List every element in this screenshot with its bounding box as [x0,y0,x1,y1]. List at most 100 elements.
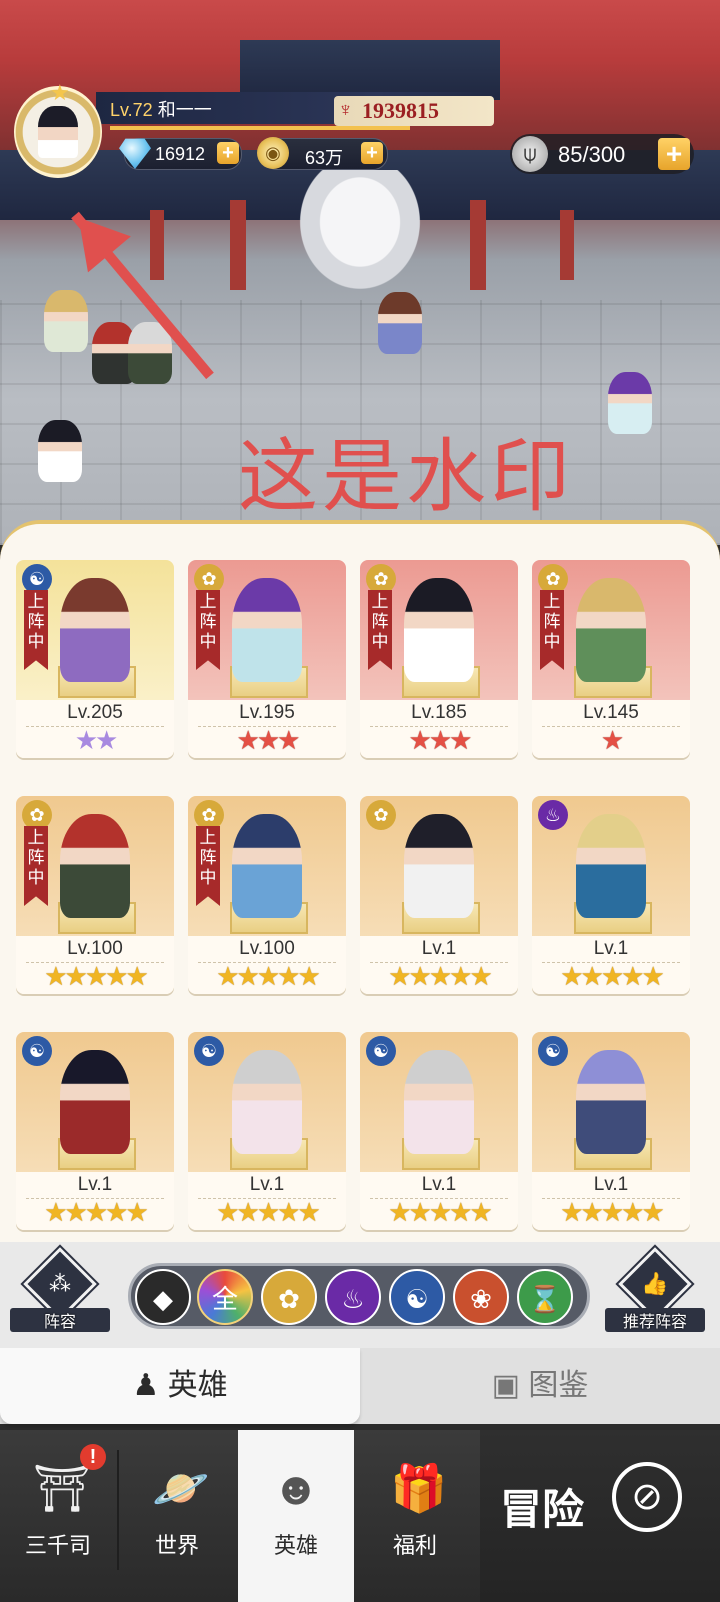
filter-all-button[interactable]: 全 [197,1269,253,1325]
deployed-ribbon: 上 阵 中 [24,826,48,906]
player-level-name: Lv.72 和一一 [110,96,212,122]
fox-statue [290,170,430,300]
player-avatar[interactable]: ★ [8,80,108,184]
hero-star-rating: ★★★★★ [388,961,493,991]
stamina-icon: ⍦ [512,136,548,172]
hero-level: Lv.205 [67,702,123,723]
nav-sanqian[interactable]: ⛩ ! 三千司 [0,1430,116,1602]
hero-portrait [60,578,130,682]
hero-card[interactable]: Lv.1 ★★★★★ ☯ [360,1032,518,1230]
add-gold-button[interactable]: + [361,142,383,164]
tab-heroes-label: 英雄 [167,1369,228,1402]
hero-star-rating: ★★★ [236,725,301,755]
filter-diamond-button[interactable]: ◆ [135,1269,191,1325]
faction-icon: ✿ [194,564,224,594]
faction-icon: ✿ [194,800,224,830]
temple-pillar [230,200,246,290]
deployed-ribbon: 上 阵 中 [540,590,564,670]
hero-portrait [232,814,302,918]
hero-portrait [60,1050,130,1154]
deployed-ribbon: 上 阵 中 [368,590,392,670]
hero-card[interactable]: Lv.1 ★★★★★ ☯ [188,1032,346,1230]
hero-sprite[interactable] [44,290,88,352]
bottom-nav: ⛩ ! 三千司 🪐 世界 ☻ 英雄 🎁 福利 冒险 ⊘ [0,1430,720,1602]
tab-atlas-label: 图鉴 [528,1369,589,1402]
hero-level: Lv.1 [77,1174,113,1195]
hero-card[interactable]: Lv.100 ★★★★★ ✿ 上 阵 中 [188,796,346,994]
hero-level: Lv.100 [67,938,123,959]
hero-card[interactable]: Lv.205 ★★ ☯ 上 阵 中 [16,560,174,758]
tab-heroes[interactable]: ♟ 英雄 [0,1348,360,1424]
battle-scene: 这是水印 [0,0,720,545]
hero-star-rating: ★★★ [408,725,473,755]
hero-card[interactable]: Lv.100 ★★★★★ ✿ 上 阵 中 [16,796,174,994]
hero-head-icon: ☻ [271,1462,321,1514]
hero-portrait [404,1050,474,1154]
alert-badge: ! [80,1444,106,1470]
lineup-button[interactable]: ⁂ 阵容 [10,1247,110,1332]
atlas-book-icon: ▣ [491,1369,520,1402]
hero-star-rating: ★★★★★ [560,961,665,991]
faction-icon: ✿ [366,800,396,830]
hero-star-rating: ★★★★★ [216,1197,321,1227]
hero-card[interactable]: Lv.195 ★★★ ✿ 上 阵 中 [188,560,346,758]
nav-heroes[interactable]: ☻ 英雄 [238,1430,354,1602]
hero-portrait [404,814,474,918]
star-icon: ★ [50,80,70,105]
faction-icon: ☯ [366,1036,396,1066]
hero-portrait [60,814,130,918]
deployed-ribbon: 上 阵 中 [196,590,220,670]
stamina-value: 85/300 [558,142,626,167]
hero-sprite[interactable] [608,372,652,434]
faction-icon: ☯ [22,564,52,594]
gems-value: 16912 [155,144,206,164]
hero-card[interactable]: Lv.1 ★★★★★ ☯ [16,1032,174,1230]
nav-adventure[interactable]: 冒险 ⊘ [480,1430,720,1602]
hero-portrait [232,1050,302,1154]
hero-star-rating: ★★★★★ [388,1197,493,1227]
gold-value: 63万 [305,148,344,168]
filter-lotus-button[interactable]: ✿ [261,1269,317,1325]
combat-power-value: 1939815 [362,98,439,123]
palace-icon: ⛩ [33,1462,92,1514]
nav-welfare[interactable]: 🎁 福利 [357,1430,473,1602]
hero-portrait [232,578,302,682]
temple-upper-roof [240,40,500,100]
gift-box-icon: 🎁 [390,1462,448,1514]
filter-dna-button[interactable]: ⌛ [517,1269,573,1325]
temple-pillar [470,200,486,290]
nav-world-label: 世界 [154,1533,199,1558]
hero-card[interactable]: Lv.185 ★★★ ✿ 上 阵 中 [360,560,518,758]
add-stamina-button[interactable]: + [658,138,690,170]
filter-yinyang-button[interactable]: ☯ [389,1269,445,1325]
planet-icon: 🪐 [152,1462,210,1514]
hero-sprite[interactable] [378,292,422,354]
tab-atlas[interactable]: ▣ 图鉴 [360,1348,720,1424]
hero-star-rating: ★★★★★ [44,1197,149,1227]
gold-counter: ◉ 63万 + [257,137,388,170]
add-gems-button[interactable]: + [217,142,239,164]
filter-bar: ⁂ 阵容 ◆ 全 ✿ ♨ ☯ ❀ ⌛ 👍 推荐阵容 [0,1242,720,1348]
hero-card[interactable]: Lv.1 ★★★★★ ✿ [360,796,518,994]
hero-tabs: ♟ 英雄 ▣ 图鉴 [0,1348,720,1424]
faction-filter-group: ◆ 全 ✿ ♨ ☯ ❀ ⌛ [128,1263,590,1329]
recommend-lineup-button[interactable]: 👍 推荐阵容 [605,1247,705,1332]
lineup-label: 阵容 [10,1308,110,1332]
recommend-lineup-label: 推荐阵容 [605,1308,705,1332]
hero-portrait [576,1050,646,1154]
hero-card[interactable]: Lv.145 ★ ✿ 上 阵 中 [532,560,690,758]
hero-level: Lv.1 [249,1174,285,1195]
hero-portrait [576,578,646,682]
faction-icon: ✿ [366,564,396,594]
exp-bar [110,126,410,130]
hero-card[interactable]: Lv.1 ★★★★★ ☯ [532,1032,690,1230]
nav-heroes-label: 英雄 [273,1533,318,1558]
hero-sprite[interactable] [38,420,82,482]
hero-card[interactable]: Lv.1 ★★★★★ ♨ [532,796,690,994]
hero-star-rating: ★★★★★ [216,961,321,991]
nav-sanqian-label: 三千司 [24,1533,91,1558]
hero-star-rating: ★ [600,725,624,755]
nav-world[interactable]: 🪐 世界 [119,1430,235,1602]
filter-flame-button[interactable]: ♨ [325,1269,381,1325]
filter-meditate-button[interactable]: ❀ [453,1269,509,1325]
